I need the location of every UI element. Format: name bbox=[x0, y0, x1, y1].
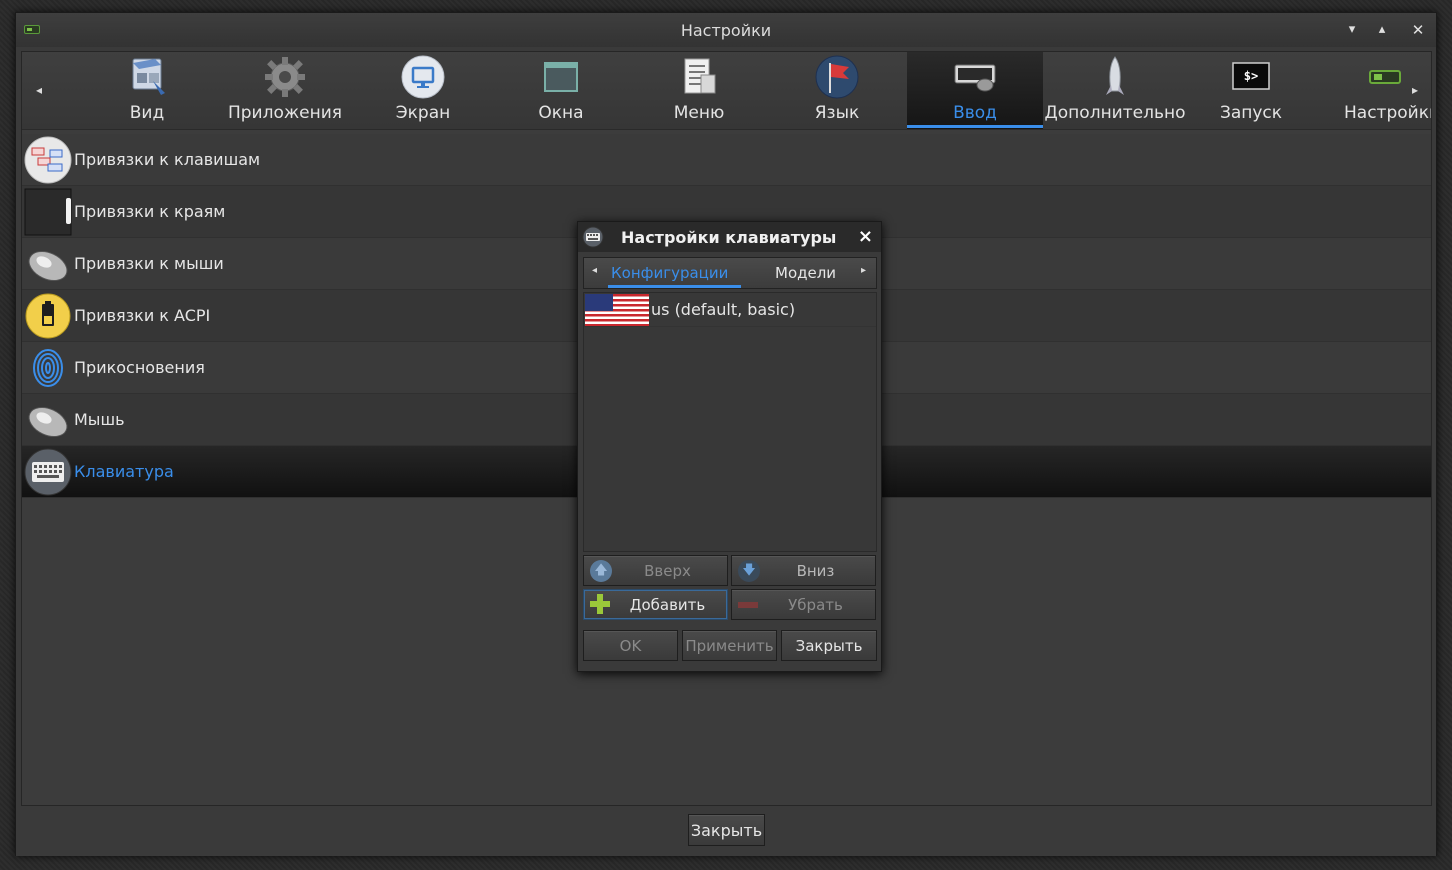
tab-configurations[interactable]: Конфигурации bbox=[611, 264, 728, 282]
move-down-label: Вниз bbox=[796, 561, 835, 580]
apply-button[interactable]: Применить bbox=[682, 630, 777, 661]
dialog-title: Настройки клавиатуры bbox=[621, 227, 837, 247]
tab-launch[interactable]: $> Запуск bbox=[1183, 52, 1319, 129]
keyboard-icon bbox=[582, 226, 604, 248]
minimize-button[interactable]: ▾ bbox=[1342, 21, 1362, 39]
close-button[interactable]: Закрыть bbox=[688, 814, 765, 846]
move-up-label: Вверх bbox=[644, 561, 691, 580]
tab-input[interactable]: Ввод bbox=[907, 52, 1043, 129]
tab-applications[interactable]: Приложения bbox=[217, 52, 353, 129]
tab-input-label: Ввод bbox=[953, 103, 997, 123]
dialog-tabs: ◂ Конфигурации Модели ▸ bbox=[583, 257, 877, 289]
tab-advanced[interactable]: Дополнительно bbox=[1044, 52, 1186, 129]
close-window-button[interactable]: ✕ bbox=[1408, 21, 1428, 39]
tab-menu-label: Меню bbox=[673, 103, 725, 123]
window-title: Настройки bbox=[680, 20, 772, 40]
tab-applications-label: Приложения bbox=[227, 103, 343, 123]
rocket-icon bbox=[1093, 55, 1137, 99]
list-item-label: Прикосновения bbox=[74, 358, 205, 377]
move-up-button[interactable]: 🡅 Вверх bbox=[583, 555, 728, 586]
terminal-glyph: $> bbox=[1243, 69, 1259, 83]
keyboard-icon bbox=[24, 448, 72, 496]
toolbar-scroll-right-button[interactable]: ▸ bbox=[1407, 80, 1423, 100]
battery-icon bbox=[24, 292, 72, 340]
tab-settings-label: Настройки bbox=[1344, 103, 1431, 123]
tab-advanced-label: Дополнительно bbox=[1044, 103, 1186, 123]
arrow-up-icon: 🡅 bbox=[590, 560, 612, 582]
maximize-button[interactable]: ▴ bbox=[1372, 21, 1392, 39]
add-label: Добавить bbox=[629, 595, 706, 614]
mouse-icon bbox=[24, 240, 72, 288]
window-icon bbox=[539, 55, 583, 99]
terminal-icon: $> bbox=[1229, 55, 1273, 99]
edge-bindings-icon bbox=[24, 188, 72, 236]
us-flag-icon bbox=[585, 293, 649, 326]
layout-list: us (default, basic) bbox=[583, 292, 877, 552]
add-button[interactable]: Добавить bbox=[583, 589, 728, 620]
tab-models[interactable]: Модели bbox=[775, 264, 836, 282]
category-toolbar: ◂ Вид Приложения Экран Окна Меню Язык Вв… bbox=[22, 52, 1431, 130]
ok-button[interactable]: OK bbox=[583, 630, 678, 661]
tabs-scroll-left-button[interactable]: ◂ bbox=[592, 265, 597, 276]
settings-icon bbox=[1362, 55, 1406, 99]
tab-language-label: Язык bbox=[814, 103, 860, 123]
plus-icon bbox=[589, 593, 611, 615]
flag-icon bbox=[815, 55, 859, 99]
list-item-label: Привязки к мыши bbox=[74, 254, 224, 273]
menu-icon bbox=[677, 55, 721, 99]
tab-language[interactable]: Язык bbox=[769, 52, 905, 129]
tab-windows-label: Окна bbox=[538, 103, 584, 123]
look-icon bbox=[125, 55, 169, 99]
tab-screen[interactable]: Экран bbox=[355, 52, 491, 129]
dialog-close-action-button[interactable]: Закрыть bbox=[781, 630, 877, 661]
tabs-scroll-right-button[interactable]: ▸ bbox=[861, 265, 866, 276]
fingerprint-icon bbox=[24, 344, 72, 392]
dialog-title-bar[interactable]: Настройки клавиатуры × bbox=[578, 222, 881, 252]
title-bar[interactable]: Настройки ▾ ▴ ✕ bbox=[16, 13, 1436, 47]
app-icon bbox=[24, 25, 40, 34]
keyboard-mouse-icon bbox=[953, 55, 997, 99]
list-item-label: Мышь bbox=[74, 410, 125, 429]
list-item-label: Привязки к краям bbox=[74, 202, 226, 221]
list-item-label: Привязки к ACPI bbox=[74, 306, 211, 325]
remove-label: Убрать bbox=[788, 595, 843, 614]
monitor-icon bbox=[401, 55, 445, 99]
dialog-close-button[interactable]: × bbox=[858, 226, 873, 247]
tab-look-label: Вид bbox=[129, 103, 165, 123]
tab-active-indicator bbox=[608, 285, 741, 288]
list-item-keybindings[interactable]: Привязки к клавишам bbox=[22, 134, 1431, 186]
tab-launch-label: Запуск bbox=[1219, 103, 1283, 123]
remove-button[interactable]: Убрать bbox=[731, 589, 876, 620]
keyboard-settings-dialog: Настройки клавиатуры × ◂ Конфигурации Мо… bbox=[577, 221, 882, 672]
toolbar-scroll-left-button[interactable]: ◂ bbox=[31, 80, 47, 100]
gear-icon bbox=[263, 55, 307, 99]
tab-menu[interactable]: Меню bbox=[631, 52, 767, 129]
layout-label: us (default, basic) bbox=[651, 300, 796, 319]
list-item-label: Привязки к клавишам bbox=[74, 150, 261, 169]
arrow-down-icon: 🡇 bbox=[738, 560, 760, 582]
keybindings-icon bbox=[24, 136, 72, 184]
mouse-icon bbox=[24, 396, 72, 444]
tab-look[interactable]: Вид bbox=[79, 52, 215, 129]
tab-windows[interactable]: Окна bbox=[493, 52, 629, 129]
tab-screen-label: Экран bbox=[395, 103, 451, 123]
move-down-button[interactable]: 🡇 Вниз bbox=[731, 555, 876, 586]
list-item-label: Клавиатура bbox=[74, 462, 174, 481]
minus-icon bbox=[738, 602, 758, 608]
list-item[interactable]: us (default, basic) bbox=[584, 293, 876, 327]
bottom-bar: Закрыть bbox=[16, 808, 1436, 856]
